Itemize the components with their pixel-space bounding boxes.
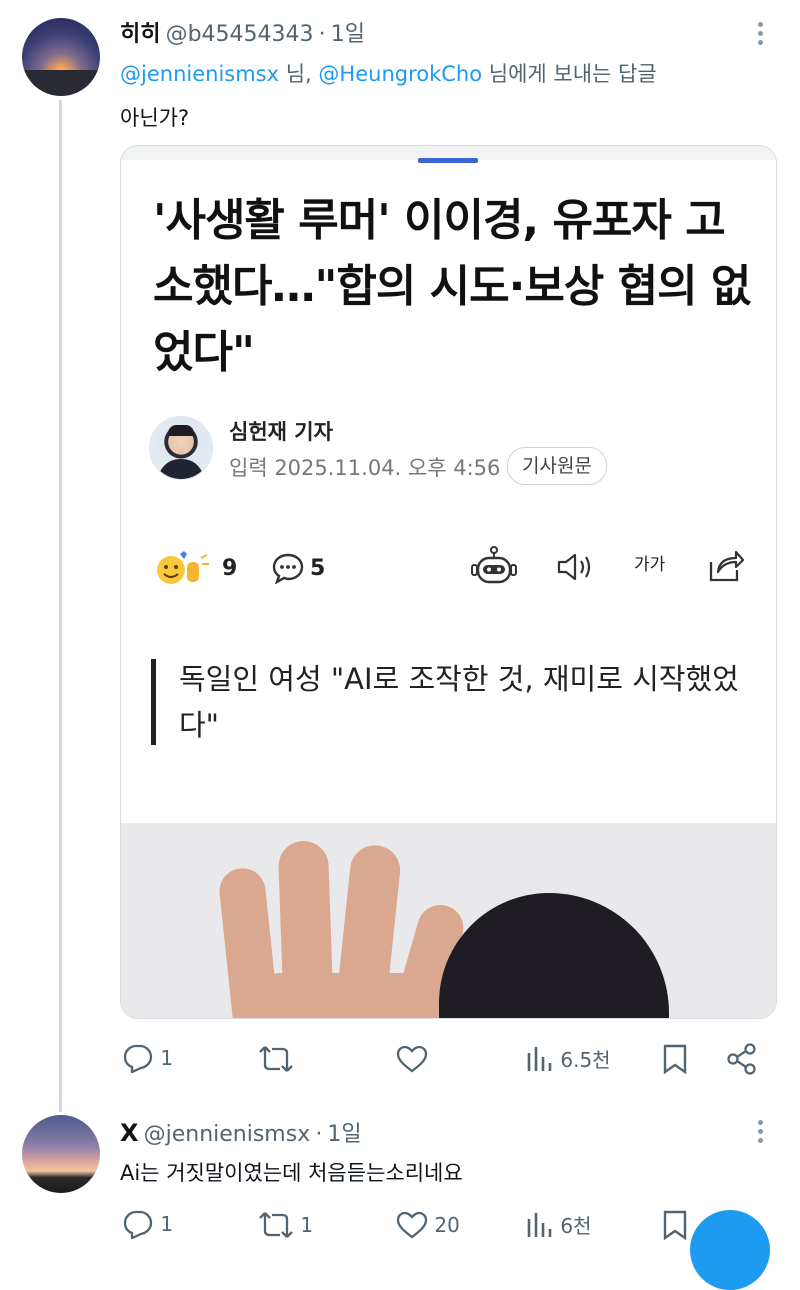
article-subheadline: 독일인 여성 "AI로 조작한 것, 재미로 시작했었다": [179, 662, 739, 742]
comment-bubble-icon: [271, 552, 305, 584]
bookmark-icon: [663, 1044, 687, 1074]
more-options-icon[interactable]: [758, 1120, 764, 1147]
reply-icon: [123, 1210, 153, 1239]
views-button[interactable]: 6.5천: [526, 1044, 611, 1073]
reply-body: 아닌가?: [120, 106, 190, 130]
avatar[interactable]: [22, 18, 100, 96]
reply-body: Ai는 거짓말이였는데 처음듣는소리네요: [120, 1161, 463, 1185]
thread-connector-line: [59, 100, 62, 1112]
user-handle[interactable]: @b45454343: [166, 22, 314, 47]
article-headline: '사생활 루머' 이이경, 유포자 고소했다…"합의 시도·보상 협의 없었다": [153, 195, 751, 378]
speaker-icon: [555, 550, 595, 584]
bookmark-button[interactable]: [662, 1044, 688, 1074]
like-button[interactable]: [396, 1044, 428, 1074]
separator: ·: [315, 1122, 323, 1147]
reaction-emoji-icon: [153, 548, 213, 588]
mention-link[interactable]: @jennienismsx: [120, 62, 279, 86]
view-count: 6천: [560, 1214, 592, 1238]
reply-count: 1: [160, 1046, 174, 1070]
article-photo: [121, 823, 776, 1018]
publish-date: 입력 2025.11.04. 오후 4:56: [229, 456, 501, 480]
embedded-article-image[interactable]: '사생활 루머' 이이경, 유포자 고소했다…"합의 시도·보상 협의 없었다"…: [120, 145, 777, 1019]
mention-link[interactable]: @HeungrokCho: [318, 62, 482, 86]
repost-button[interactable]: 1: [258, 1211, 313, 1239]
bookmark-icon: [663, 1210, 687, 1240]
compose-fab-button[interactable]: [690, 1210, 770, 1290]
source-article-button: 기사원문: [507, 447, 607, 485]
like-count: 20: [434, 1213, 460, 1237]
reply-header: 히히 @b45454343 · 1일: [120, 16, 365, 48]
repost-button[interactable]: [258, 1045, 294, 1073]
repost-icon: [259, 1212, 293, 1238]
reply-button[interactable]: 1: [122, 1043, 173, 1073]
reply-header: X @jennienismsx · 1일: [120, 1116, 362, 1148]
comment-count: 5: [310, 556, 326, 581]
analytics-icon: [527, 1046, 552, 1071]
reporter-photo: [149, 416, 213, 480]
quote-bar: [151, 659, 156, 745]
timestamp[interactable]: 1일: [327, 1122, 361, 1147]
more-options-icon[interactable]: [758, 22, 764, 49]
heart-icon: [396, 1045, 428, 1073]
font-size-label: 가가: [634, 555, 666, 575]
bookmark-button[interactable]: [662, 1210, 688, 1240]
font-size-button: 가가: [634, 550, 665, 575]
reply-icon: [123, 1044, 153, 1073]
share-nodes-icon: [727, 1043, 756, 1075]
avatar[interactable]: [22, 1115, 100, 1193]
timestamp[interactable]: 1일: [331, 22, 365, 47]
like-button[interactable]: 20: [396, 1210, 460, 1240]
tab-indicator: [418, 158, 478, 163]
mention-suffix: 님,: [285, 62, 312, 86]
ai-robot-icon: [471, 545, 517, 587]
views-button[interactable]: 6천: [526, 1210, 591, 1239]
reporter-name: 심헌재 기자: [229, 420, 333, 444]
reply-context: @jennienismsx 님, @HeungrokCho 님에게 보내는 답글: [120, 58, 657, 88]
reply-button[interactable]: 1: [122, 1209, 173, 1239]
repost-icon: [259, 1046, 293, 1072]
share-icon: [707, 548, 745, 584]
analytics-icon: [527, 1212, 552, 1237]
separator: ·: [318, 22, 326, 47]
user-handle[interactable]: @jennienismsx: [144, 1122, 311, 1147]
repost-count: 1: [300, 1213, 314, 1237]
reply-context-text: 님에게 보내는 답글: [488, 62, 657, 86]
heart-icon: [396, 1211, 428, 1239]
reaction-count: 9: [222, 556, 238, 581]
display-name[interactable]: X: [120, 1119, 139, 1147]
display-name[interactable]: 히히: [120, 22, 160, 47]
share-button[interactable]: [726, 1043, 758, 1075]
reply-count: 1: [160, 1212, 174, 1236]
view-count: 6.5천: [560, 1048, 611, 1072]
